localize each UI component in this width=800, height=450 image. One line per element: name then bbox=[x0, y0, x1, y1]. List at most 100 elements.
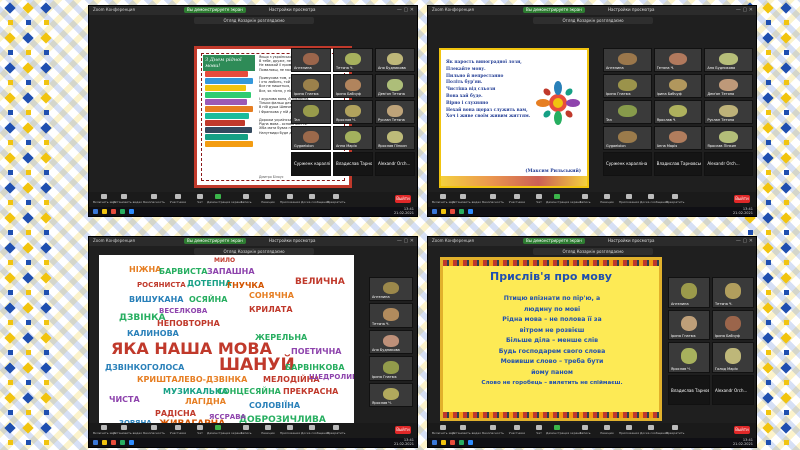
toolbar-button[interactable]: Приложения bbox=[618, 194, 640, 204]
toolbar-button[interactable]: Доска сообщений bbox=[640, 425, 668, 435]
participant-tile[interactable]: Ярослав Ч. bbox=[668, 342, 710, 373]
toolbar-button[interactable]: Прекратить bbox=[664, 425, 686, 435]
toolbar-button[interactable]: Включить звук bbox=[432, 425, 455, 435]
toolbar-button[interactable]: Остановить видео bbox=[113, 425, 142, 435]
toolbar-button[interactable]: Приложения bbox=[279, 194, 301, 204]
share-toolbar[interactable]: Огляд Козаркін розглядаємо bbox=[533, 17, 653, 24]
window-controls[interactable]: — ▢ ✕ bbox=[736, 7, 753, 13]
share-toolbar[interactable]: Огляд Козаркін розглядаємо bbox=[194, 248, 314, 255]
participant-tile[interactable]: Тетяна Ч. bbox=[712, 277, 754, 308]
toolbar-button[interactable]: Прекратить bbox=[325, 194, 347, 204]
toolbar-button[interactable]: Остановить видео bbox=[113, 194, 142, 204]
participant-tile[interactable]: Сурженк каралліна bbox=[603, 152, 652, 176]
participant-tile[interactable]: Аня Будникова bbox=[375, 48, 415, 72]
window-controls[interactable]: — ▢ ✕ bbox=[397, 238, 414, 244]
toolbar-button[interactable]: Безопасность bbox=[482, 194, 504, 204]
participant-tile[interactable]: Голод Марія bbox=[712, 342, 754, 373]
participant-tile[interactable]: Владислав Тарновськ bbox=[668, 374, 710, 405]
participant-tile[interactable]: Tan bbox=[603, 100, 652, 124]
toolbar-button[interactable]: Участники bbox=[506, 425, 528, 435]
view-options-button[interactable]: Настройки просмотра bbox=[608, 238, 654, 243]
participant-tile[interactable]: Tan bbox=[291, 100, 331, 124]
toolbar-button[interactable]: Участники bbox=[167, 425, 189, 435]
participant-tile[interactable]: Руслан Тетяна bbox=[375, 100, 415, 124]
toolbar-button[interactable]: Безопасность bbox=[143, 425, 165, 435]
participant-tile[interactable]: Ангелина bbox=[291, 48, 331, 72]
participant-tile[interactable]: Ірина Бабчуф bbox=[333, 74, 373, 98]
toolbar-button[interactable]: Демонстрация экрана bbox=[207, 425, 242, 435]
toolbar-button[interactable]: Остановить видео bbox=[452, 194, 481, 204]
toolbar-button[interactable]: Доска сообщений bbox=[301, 194, 329, 204]
sharing-indicator[interactable]: Вы демонстрируете экран bbox=[523, 238, 585, 244]
participant-tile[interactable]: Тетяна Ч. bbox=[369, 303, 413, 328]
sharing-indicator[interactable]: Вы демонстрируете экран bbox=[184, 238, 246, 244]
participant-tile[interactable]: Ангелина bbox=[369, 277, 413, 302]
toolbar-button[interactable]: Запись bbox=[574, 425, 596, 435]
view-options-button[interactable]: Настройки просмотра bbox=[608, 7, 654, 12]
toolbar-button[interactable]: Включить звук bbox=[93, 194, 116, 204]
window-controls[interactable]: — ▢ ✕ bbox=[397, 7, 414, 13]
toolbar-button[interactable]: Остановить видео bbox=[452, 425, 481, 435]
sharing-indicator[interactable]: Вы демонстрируете экран bbox=[184, 7, 246, 13]
participant-tile[interactable]: Ірина Гнатюк bbox=[603, 74, 652, 98]
toolbar-button[interactable]: Демонстрация экрана bbox=[207, 194, 242, 204]
participant-tile[interactable]: Ірина Гнатюк bbox=[668, 309, 710, 340]
participant-tile[interactable]: Ярослав Ч. bbox=[333, 100, 373, 124]
toolbar-button[interactable]: Прекратить bbox=[325, 425, 347, 435]
share-toolbar[interactable]: Огляд Козаркін розглядаємо bbox=[533, 248, 653, 255]
participant-tile[interactable]: Ярослав Ч. bbox=[653, 100, 703, 124]
participant-tile[interactable]: Ірина Бабчуф bbox=[712, 309, 754, 340]
toolbar-button[interactable]: Приложения bbox=[618, 425, 640, 435]
toolbar-button[interactable]: Включить звук bbox=[432, 194, 455, 204]
participant-tile[interactable]: Alexandr Orch... bbox=[375, 152, 415, 176]
toolbar-button[interactable]: Запись bbox=[235, 194, 257, 204]
toolbar-button[interactable]: Доска сообщений bbox=[640, 194, 668, 204]
toolbar-button[interactable]: Реакции bbox=[596, 194, 618, 204]
participant-tile[interactable]: Аня Будникова bbox=[369, 329, 413, 355]
participant-tile[interactable]: Alexandr Orch... bbox=[712, 374, 754, 405]
participant-tile[interactable]: Владислав Тарновськ bbox=[653, 152, 703, 176]
view-options-button[interactable]: Настройки просмотра bbox=[269, 238, 315, 243]
participant-tile[interactable]: Анна Марія bbox=[333, 126, 373, 150]
participant-tile[interactable]: Ангелина bbox=[603, 48, 652, 72]
participant-tile[interactable]: Ірина Гнатюк bbox=[291, 74, 331, 98]
participant-tile[interactable]: Руслан Тетяна bbox=[704, 100, 753, 124]
toolbar-button[interactable]: Реакции bbox=[257, 194, 279, 204]
leave-meeting-button[interactable]: Выйти bbox=[395, 426, 411, 434]
participant-tile[interactable]: Аня Будникова bbox=[704, 48, 753, 72]
toolbar-button[interactable]: Демонстрация экрана bbox=[546, 194, 581, 204]
toolbar-button[interactable]: Прекратить bbox=[664, 194, 686, 204]
toolbar-button[interactable]: Реакции bbox=[596, 425, 618, 435]
share-toolbar[interactable]: Огляд Козаркін розглядаємо bbox=[194, 17, 314, 24]
toolbar-button[interactable]: Участники bbox=[167, 194, 189, 204]
participant-tile[interactable]: Alexandr Orch... bbox=[704, 152, 753, 176]
toolbar-button[interactable]: Демонстрация экрана bbox=[546, 425, 581, 435]
toolbar-button[interactable]: Запись bbox=[235, 425, 257, 435]
toolbar-button[interactable]: Участники bbox=[506, 194, 528, 204]
toolbar-button[interactable]: Запись bbox=[574, 194, 596, 204]
toolbar-button[interactable]: Включить звук bbox=[93, 425, 116, 435]
participant-tile[interactable]: Анна Марія bbox=[653, 126, 703, 150]
participant-tile[interactable]: Ярослав Піпкин bbox=[704, 126, 753, 150]
participant-tile[interactable]: Дем'ян Тетяна bbox=[375, 74, 415, 98]
toolbar-button[interactable]: Безопасность bbox=[143, 194, 165, 204]
leave-meeting-button[interactable]: Выйти bbox=[734, 195, 750, 203]
toolbar-button[interactable]: Реакции bbox=[257, 425, 279, 435]
toolbar-button[interactable]: Безопасность bbox=[482, 425, 504, 435]
participant-tile[interactable]: Тетяна Ч. bbox=[333, 48, 373, 72]
participant-tile[interactable]: Gygaelolon bbox=[291, 126, 331, 150]
participant-tile[interactable]: Ярослав Ч. bbox=[369, 382, 413, 407]
toolbar-button[interactable]: Приложения bbox=[279, 425, 301, 435]
view-options-button[interactable]: Настройки просмотра bbox=[269, 7, 315, 12]
participant-tile[interactable]: Тетяна Ч. bbox=[653, 48, 703, 72]
participant-tile[interactable]: Ірина Бабчуф bbox=[653, 74, 703, 98]
participant-tile[interactable]: Владислав Тарновськ bbox=[333, 152, 373, 176]
sharing-indicator[interactable]: Вы демонстрируете экран bbox=[523, 7, 585, 13]
leave-meeting-button[interactable]: Выйти bbox=[734, 426, 750, 434]
toolbar-button[interactable]: Доска сообщений bbox=[301, 425, 329, 435]
window-controls[interactable]: — ▢ ✕ bbox=[736, 238, 753, 244]
participant-tile[interactable]: Сурженк каралліна bbox=[291, 152, 331, 176]
participant-tile[interactable]: Ярослав Піпкин bbox=[375, 126, 415, 150]
participant-tile[interactable]: Ангелина bbox=[668, 277, 710, 308]
participant-tile[interactable]: Дем'ян Тетяна bbox=[704, 74, 753, 98]
